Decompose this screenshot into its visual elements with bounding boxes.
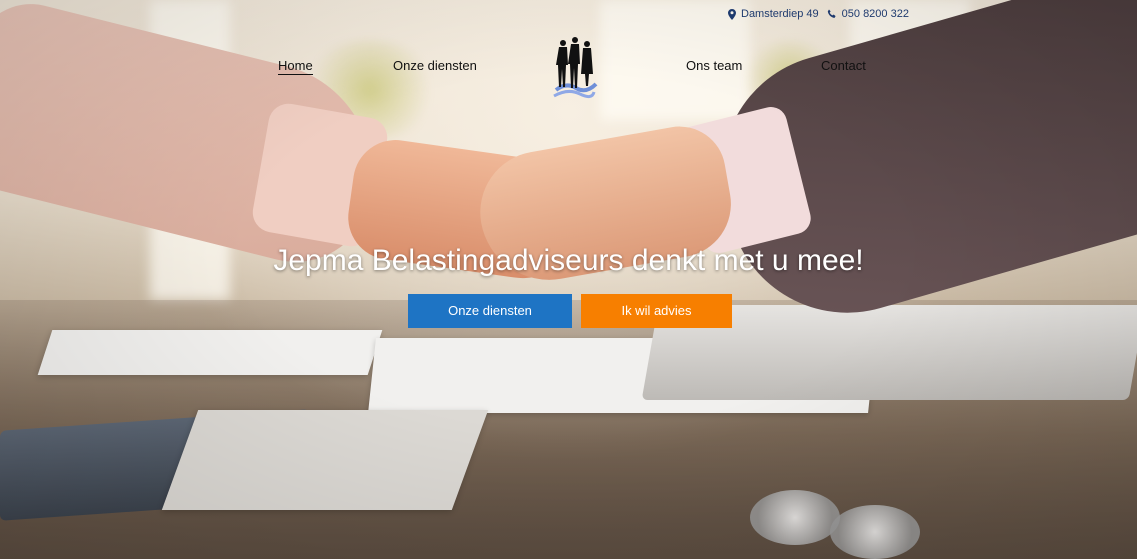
- phone-text: 050 8200 322: [841, 8, 909, 20]
- nav-ons-team[interactable]: Ons team: [686, 58, 742, 73]
- phone-item[interactable]: 050 8200 322: [827, 8, 909, 20]
- hero-section: Damsterdiep 49 050 8200 322 Home Onze di…: [0, 0, 1137, 559]
- contact-bar: Damsterdiep 49 050 8200 322: [728, 8, 917, 20]
- onze-diensten-button[interactable]: Onze diensten: [408, 294, 572, 328]
- address-item[interactable]: Damsterdiep 49: [728, 8, 819, 20]
- map-marker-icon: [728, 8, 736, 20]
- hero-headline: Jepma Belastingadviseurs denkt met u mee…: [273, 244, 864, 277]
- nav-onze-diensten[interactable]: Onze diensten: [393, 58, 477, 73]
- nav-contact[interactable]: Contact: [821, 58, 866, 73]
- phone-icon: [827, 9, 836, 18]
- nav-home[interactable]: Home: [278, 58, 313, 75]
- logo-figures-icon: [553, 37, 598, 99]
- address-text: Damsterdiep 49: [741, 8, 819, 20]
- ik-wil-advies-button[interactable]: Ik wil advies: [581, 294, 732, 328]
- logo[interactable]: [552, 36, 598, 100]
